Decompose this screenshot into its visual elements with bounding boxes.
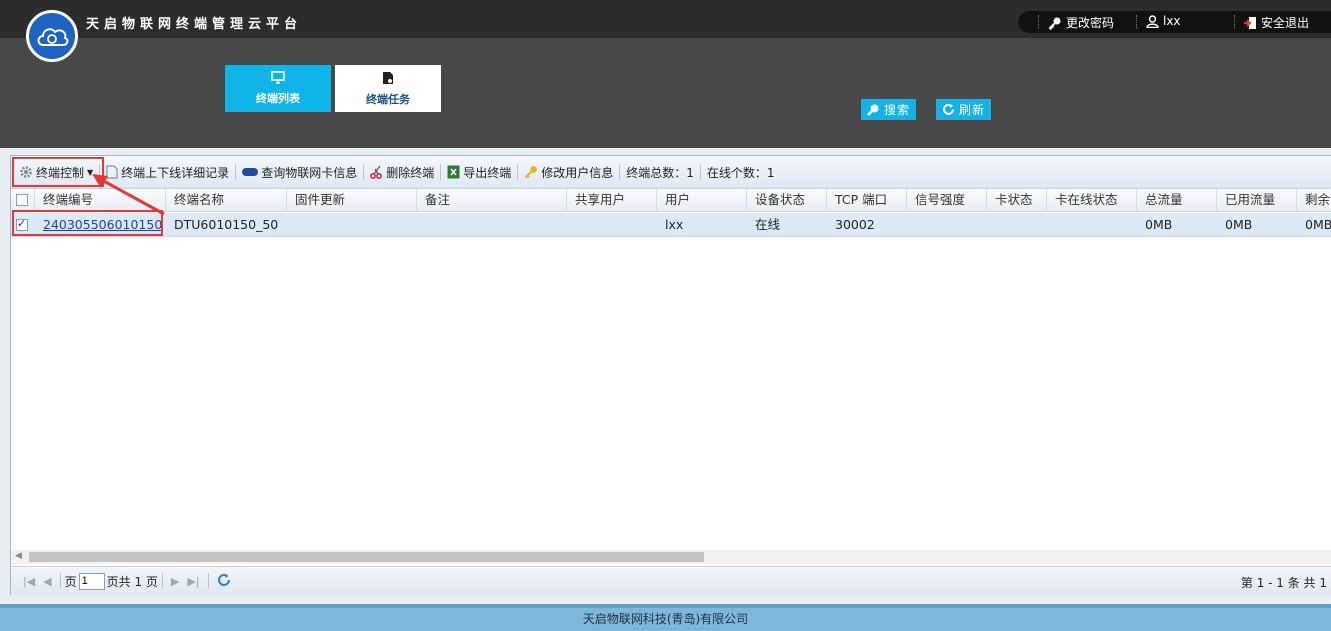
col-terminal-id[interactable]: 终端编号 xyxy=(35,189,166,212)
horizontal-scrollbar[interactable]: ◀ xyxy=(11,550,1331,564)
online-count: 在线个数：1 xyxy=(703,164,779,181)
terminal-name-cell: DTU6010150_50 xyxy=(166,213,287,237)
footer: 天启物联网科技(青岛)有限公司 xyxy=(0,604,1331,631)
logout-label: 安全退出 xyxy=(1261,14,1309,31)
app-title: 天启物联网终端管理云平台 xyxy=(86,13,302,32)
col-terminal-name[interactable]: 终端名称 xyxy=(166,189,287,212)
card-status-cell xyxy=(987,213,1047,237)
delete-terminal-button[interactable]: 删除终端 xyxy=(366,161,438,183)
change-password-label: 更改密码 xyxy=(1066,14,1114,31)
col-firmware[interactable]: 固件更新 xyxy=(287,189,417,212)
sim-card-icon xyxy=(242,168,258,176)
firmware-cell xyxy=(287,213,417,237)
tab-terminal-list[interactable]: 终端列表 xyxy=(225,65,331,112)
iot-card-info-button[interactable]: 查询物联网卡信息 xyxy=(238,161,361,183)
user-cell: lxx xyxy=(657,213,747,237)
tab-terminal-task-label: 终端任务 xyxy=(366,91,410,107)
col-device-status[interactable]: 设备状态 xyxy=(747,189,827,212)
refresh-button-label: 刷新 xyxy=(959,101,985,118)
export-terminal-label: 导出终端 xyxy=(463,164,511,181)
col-remark[interactable]: 备注 xyxy=(417,189,567,212)
user-link[interactable]: lxx xyxy=(1146,14,1181,28)
refresh-icon xyxy=(942,103,955,116)
highlight-terminal-row xyxy=(12,210,163,236)
col-card-status[interactable]: 卡状态 xyxy=(987,189,1047,212)
key-icon xyxy=(524,165,538,179)
company-name: 天启物联网科技(青岛)有限公司 xyxy=(583,612,748,626)
iot-card-info-label: 查询物联网卡信息 xyxy=(261,164,357,181)
total-pages-label: 页共 1 页 xyxy=(107,573,158,590)
excel-icon xyxy=(447,165,460,179)
prev-page-icon[interactable]: ◀ xyxy=(39,575,55,588)
scrollbar-thumb[interactable] xyxy=(29,552,704,562)
remaining-flow-cell: 0MB xyxy=(1297,213,1331,237)
reload-icon[interactable] xyxy=(213,573,235,590)
grid-toolbar: 终端控制 ▼ 终端上下线详细记录 查询物联网卡信息 删除终端 导出终端 修改用户… xyxy=(11,156,1331,189)
refresh-button[interactable]: 刷新 xyxy=(936,99,991,120)
user-icon xyxy=(1146,15,1159,28)
modify-user-info-button[interactable]: 修改用户信息 xyxy=(520,161,617,183)
page-label: 页 xyxy=(65,573,77,590)
shared-user-cell xyxy=(567,213,657,237)
header: 天启物联网终端管理云平台 更改密码 lxx 安全退出 终端列表 终端任务 搜索 … xyxy=(0,0,1331,148)
card-online-cell xyxy=(1047,213,1137,237)
change-password-link[interactable]: 更改密码 xyxy=(1048,14,1114,31)
col-card-online[interactable]: 卡在线状态 xyxy=(1047,189,1137,212)
search-button[interactable]: 搜索 xyxy=(861,99,916,120)
logout-icon xyxy=(1244,16,1257,30)
document-icon xyxy=(106,165,118,179)
logout-link[interactable]: 安全退出 xyxy=(1244,14,1309,31)
select-all-checkbox[interactable] xyxy=(16,194,28,206)
total-flow-cell: 0MB xyxy=(1137,213,1217,237)
modify-user-info-label: 修改用户信息 xyxy=(541,164,613,181)
scroll-left-icon[interactable]: ◀ xyxy=(15,551,22,561)
search-icon xyxy=(867,103,880,116)
device-status-cell: 在线 xyxy=(747,213,827,237)
key-icon xyxy=(1048,16,1062,30)
col-total-flow[interactable]: 总流量 xyxy=(1137,189,1217,212)
col-signal[interactable]: 信号强度 xyxy=(907,189,987,212)
tab-terminal-task[interactable]: 终端任务 xyxy=(335,65,441,112)
delete-terminal-label: 删除终端 xyxy=(386,164,434,181)
table-row[interactable]: 240305506010150 DTU6010150_50 lxx 在线 300… xyxy=(11,213,1331,237)
col-shared-user[interactable]: 共享用户 xyxy=(567,189,657,212)
terminal-grid-panel: 终端控制 ▼ 终端上下线详细记录 查询物联网卡信息 删除终端 导出终端 修改用户… xyxy=(10,155,1331,595)
tab-terminal-list-label: 终端列表 xyxy=(256,90,300,106)
user-name: lxx xyxy=(1163,14,1181,28)
remark-cell xyxy=(417,213,567,237)
pagination-bar: |◀ ◀ 页 页共 1 页 ▶ ▶| 第 1 - 1 条 共 1 xyxy=(11,566,1331,595)
search-button-label: 搜索 xyxy=(884,101,910,118)
online-records-label: 终端上下线详细记录 xyxy=(121,164,229,181)
record-info: 第 1 - 1 条 共 1 xyxy=(1241,574,1327,591)
terminal-total-count: 终端总数：1 xyxy=(622,164,698,181)
signal-cell xyxy=(907,213,987,237)
user-topbar: 更改密码 lxx 安全退出 xyxy=(1018,11,1331,33)
first-page-icon[interactable]: |◀ xyxy=(19,575,39,588)
used-flow-cell: 0MB xyxy=(1217,213,1297,237)
highlight-terminal-control xyxy=(12,157,104,187)
next-page-icon[interactable]: ▶ xyxy=(167,575,183,588)
select-all-cell xyxy=(11,189,35,212)
grid-header: 终端编号 终端名称 固件更新 备注 共享用户 用户 设备状态 TCP 端口 信号… xyxy=(11,189,1331,212)
file-gear-icon xyxy=(382,71,394,85)
monitor-icon xyxy=(271,71,285,84)
col-user[interactable]: 用户 xyxy=(657,189,747,212)
col-used-flow[interactable]: 已用流量 xyxy=(1217,189,1297,212)
cloud-logo-icon xyxy=(26,10,78,62)
last-page-icon[interactable]: ▶| xyxy=(183,575,203,588)
online-records-button[interactable]: 终端上下线详细记录 xyxy=(102,161,233,183)
col-tcp-port[interactable]: TCP 端口 xyxy=(827,189,907,212)
col-remaining-flow[interactable]: 剩余流 xyxy=(1297,189,1331,212)
tcp-port-cell: 30002 xyxy=(827,213,907,237)
scissors-icon xyxy=(370,165,383,179)
export-terminal-button[interactable]: 导出终端 xyxy=(443,161,515,183)
page-number-input[interactable] xyxy=(79,573,105,590)
